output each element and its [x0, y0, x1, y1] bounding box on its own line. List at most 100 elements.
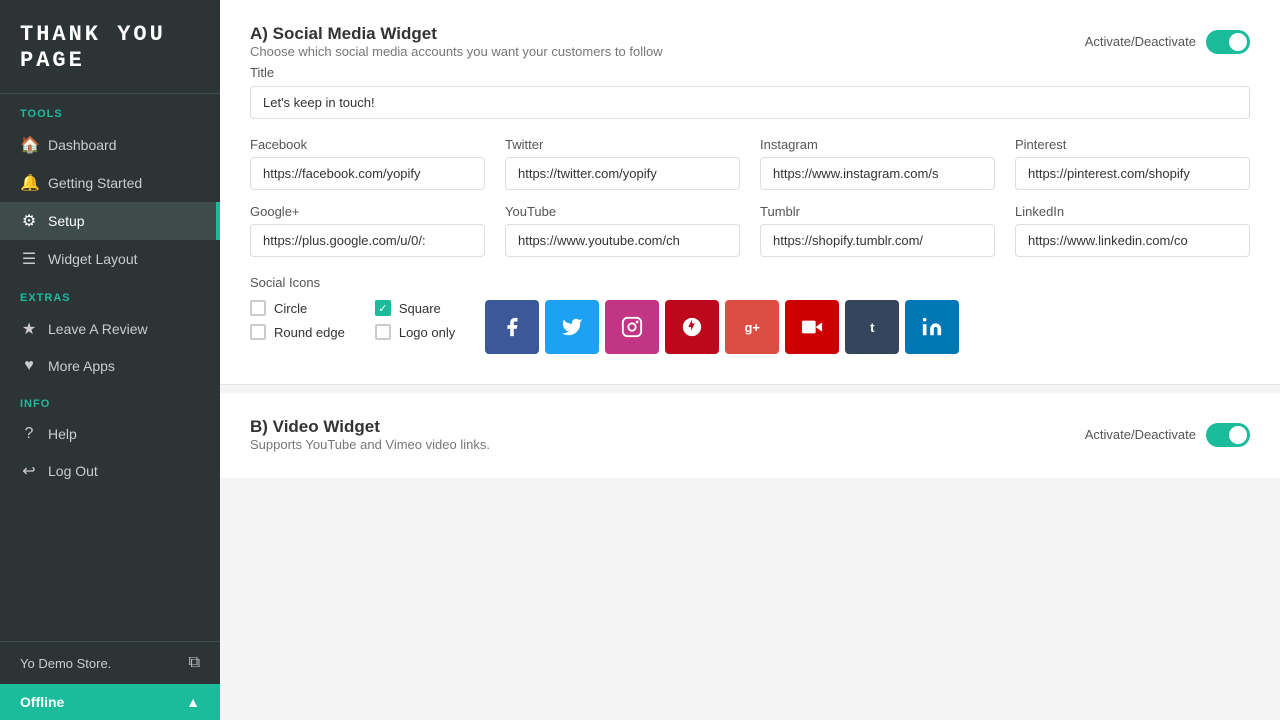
checkbox-label-logo-only: Logo only	[399, 325, 455, 340]
sidebar: THANK YOU PAGe Tools 🏠 Dashboard 🔔 Getti…	[0, 0, 220, 720]
activate-deactivate-social: Activate/Deactivate	[1085, 30, 1250, 54]
checkbox-circle[interactable]	[250, 300, 266, 316]
sidebar-item-dashboard[interactable]: 🏠 Dashboard	[0, 126, 220, 164]
sidebar-footer: Yo Demo Store. ⧉	[0, 641, 220, 684]
sidebar-item-setup[interactable]: ⚙ Setup	[0, 202, 220, 240]
title-input[interactable]	[250, 86, 1250, 119]
social-icons-label: Social Icons	[250, 275, 1250, 290]
widget-header: A) Social Media Widget Choose which soci…	[250, 24, 1250, 59]
sidebar-item-more-apps[interactable]: ♥ More Apps	[0, 348, 220, 384]
sidebar-item-log-out[interactable]: ↩ Log Out	[0, 452, 220, 490]
social-field-label: Pinterest	[1015, 137, 1250, 152]
social-field-google: Google+	[250, 204, 485, 257]
title-field-label: Title	[250, 65, 1250, 80]
shape-option-circle[interactable]: Circle	[250, 300, 345, 316]
social-url-input[interactable]	[1015, 224, 1250, 257]
social-toggle[interactable]	[1206, 30, 1250, 54]
social-field-instagram: Instagram	[760, 137, 995, 190]
title-field-group: Title	[250, 65, 1250, 119]
sidebar-item-label: Dashboard	[48, 137, 117, 153]
video-widget-section: B) Video Widget Supports YouTube and Vim…	[220, 393, 1280, 478]
social-field-label: Twitter	[505, 137, 740, 152]
heart-icon: ♥	[20, 357, 38, 375]
checkbox-logo-only[interactable]	[375, 324, 391, 340]
social-field-label: LinkedIn	[1015, 204, 1250, 219]
layout-icon: ☰	[20, 249, 38, 269]
checkbox-label-circle: Circle	[274, 301, 307, 316]
sidebar-item-label: Leave A Review	[48, 321, 148, 337]
external-link-icon[interactable]: ⧉	[189, 654, 200, 672]
social-field-youtube: YouTube	[505, 204, 740, 257]
sidebar-item-label: Setup	[48, 213, 85, 229]
offline-label: Offline	[20, 694, 64, 710]
social-url-input[interactable]	[250, 157, 485, 190]
sidebar-item-getting-started[interactable]: 🔔 Getting Started	[0, 164, 220, 202]
sidebar-nav: Tools 🏠 Dashboard 🔔 Getting Started ⚙ Se…	[0, 94, 220, 490]
social-field-twitter: Twitter	[505, 137, 740, 190]
social-field-linkedin: LinkedIn	[1015, 204, 1250, 257]
social-url-input[interactable]	[760, 224, 995, 257]
social-field-label: Instagram	[760, 137, 995, 152]
star-icon: ★	[20, 319, 38, 339]
store-name: Yo Demo Store.	[20, 656, 111, 671]
sidebar-item-widget-layout[interactable]: ☰ Widget Layout	[0, 240, 220, 278]
sidebar-item-label: Help	[48, 426, 77, 442]
social-url-grid: Facebook Twitter Instagram Pinterest Goo…	[250, 137, 1250, 257]
help-icon: ?	[20, 425, 38, 443]
sidebar-item-label: More Apps	[48, 358, 115, 374]
checkbox-round-edge[interactable]	[250, 324, 266, 340]
social-icon-linkedin[interactable]	[905, 300, 959, 354]
social-icon-instagram[interactable]	[605, 300, 659, 354]
sidebar-section-extras: Extras	[0, 278, 220, 310]
sidebar-item-leave-review[interactable]: ★ Leave A Review	[0, 310, 220, 348]
sidebar-item-label: Log Out	[48, 463, 98, 479]
social-field-label: Tumblr	[760, 204, 995, 219]
social-field-tumblr: Tumblr	[760, 204, 995, 257]
social-url-input[interactable]	[250, 224, 485, 257]
social-url-input[interactable]	[760, 157, 995, 190]
sidebar-logo: THANK YOU PAGe	[0, 0, 220, 94]
video-toggle[interactable]	[1206, 423, 1250, 447]
social-icon-googleplus[interactable]: g+	[725, 300, 779, 354]
activate-label-video: Activate/Deactivate	[1085, 427, 1196, 442]
social-url-input[interactable]	[505, 224, 740, 257]
social-icon-pinterest[interactable]	[665, 300, 719, 354]
icon-shape-options: Circle Square Round edge Logo only	[250, 300, 455, 340]
sidebar-item-help[interactable]: ? Help	[0, 416, 220, 452]
checkbox-label-round-edge: Round edge	[274, 325, 345, 340]
logout-icon: ↩	[20, 461, 38, 481]
shape-option-logo-only[interactable]: Logo only	[375, 324, 455, 340]
social-url-input[interactable]	[1015, 157, 1250, 190]
social-icons-controls: Circle Square Round edge Logo only g+ t	[250, 300, 1250, 354]
social-media-widget-section: A) Social Media Widget Choose which soci…	[220, 0, 1280, 385]
video-widget-title: B) Video Widget	[250, 417, 490, 437]
social-widget-title: A) Social Media Widget	[250, 24, 663, 44]
sidebar-section-info: Info	[0, 384, 220, 416]
sidebar-item-label: Widget Layout	[48, 251, 138, 267]
sidebar-item-label: Getting Started	[48, 175, 142, 191]
shape-option-square[interactable]: Square	[375, 300, 455, 316]
social-icon-twitter[interactable]	[545, 300, 599, 354]
offline-bar[interactable]: Offline ▲	[0, 684, 220, 720]
checkbox-label-square: Square	[399, 301, 441, 316]
activate-deactivate-video: Activate/Deactivate	[1085, 423, 1250, 447]
main-content: A) Social Media Widget Choose which soci…	[220, 0, 1280, 720]
social-icon-facebook[interactable]	[485, 300, 539, 354]
chevron-up-icon: ▲	[186, 694, 200, 710]
social-icon-youtube[interactable]	[785, 300, 839, 354]
home-icon: 🏠	[20, 135, 38, 155]
checkbox-square[interactable]	[375, 300, 391, 316]
social-field-pinterest: Pinterest	[1015, 137, 1250, 190]
gear-icon: ⚙	[20, 211, 38, 231]
social-icons-section: Social Icons Circle Square Round edge Lo…	[250, 275, 1250, 354]
bell-icon: 🔔	[20, 173, 38, 193]
shape-option-round-edge[interactable]: Round edge	[250, 324, 345, 340]
social-icon-tumblr[interactable]: t	[845, 300, 899, 354]
social-url-input[interactable]	[505, 157, 740, 190]
social-field-label: YouTube	[505, 204, 740, 219]
social-field-label: Facebook	[250, 137, 485, 152]
activate-label: Activate/Deactivate	[1085, 34, 1196, 49]
social-icon-previews: g+ t	[485, 300, 959, 354]
social-field-label: Google+	[250, 204, 485, 219]
social-widget-desc: Choose which social media accounts you w…	[250, 44, 663, 59]
